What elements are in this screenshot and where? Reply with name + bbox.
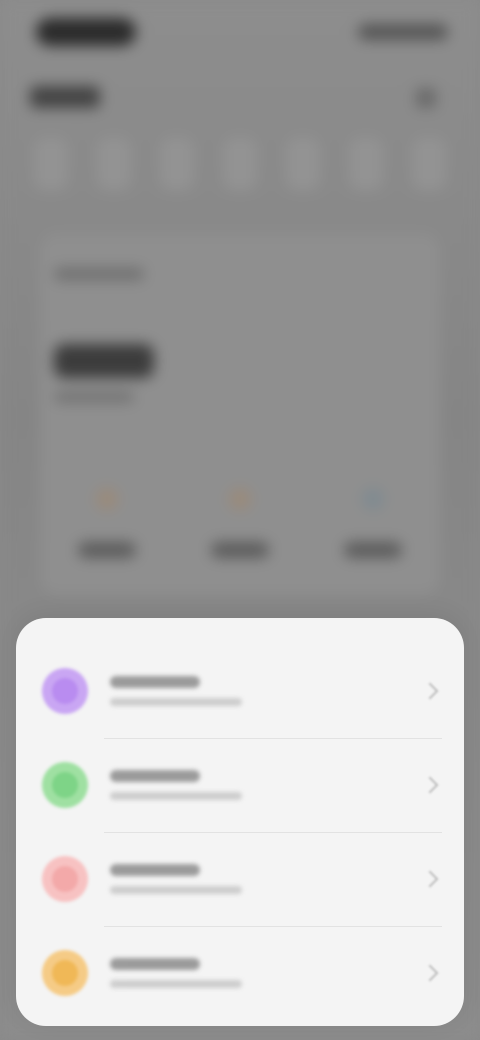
stats-row bbox=[40, 484, 440, 574]
option-subtitle bbox=[110, 792, 242, 800]
day-cell bbox=[223, 138, 257, 190]
option-title bbox=[110, 770, 200, 782]
sheet-option-list bbox=[16, 644, 464, 1020]
purple-circle-icon bbox=[42, 668, 88, 714]
status-bar bbox=[24, 14, 456, 46]
day-cell bbox=[97, 138, 131, 190]
option-subtitle bbox=[110, 698, 242, 706]
bottom-sheet bbox=[16, 618, 464, 1026]
stat-icon bbox=[228, 488, 251, 510]
page-title bbox=[30, 86, 100, 108]
chevron-right-icon bbox=[421, 682, 439, 700]
option-glyph bbox=[52, 772, 78, 798]
summary-value bbox=[54, 344, 154, 378]
summary-card bbox=[40, 234, 440, 594]
option-text bbox=[110, 958, 424, 988]
option-glyph bbox=[52, 866, 78, 892]
week-strip bbox=[34, 138, 446, 194]
option-title bbox=[110, 958, 200, 970]
day-cell bbox=[286, 138, 320, 190]
option-subtitle bbox=[110, 980, 242, 988]
option-subtitle bbox=[110, 886, 242, 894]
stat-item bbox=[72, 484, 142, 574]
stat-label bbox=[77, 542, 136, 558]
chevron-right-icon bbox=[421, 870, 439, 888]
sheet-option-2[interactable] bbox=[16, 738, 464, 832]
option-text bbox=[110, 676, 424, 706]
green-circle-icon bbox=[42, 762, 88, 808]
day-cell bbox=[160, 138, 194, 190]
status-time bbox=[36, 18, 136, 46]
sheet-option-3[interactable] bbox=[16, 832, 464, 926]
stat-icon bbox=[362, 488, 385, 510]
option-title bbox=[110, 864, 200, 876]
day-cell bbox=[349, 138, 383, 190]
summary-subtitle bbox=[54, 392, 134, 402]
option-text bbox=[110, 864, 424, 894]
summary-label bbox=[54, 268, 144, 280]
stat-label bbox=[344, 542, 403, 558]
chevron-right-icon bbox=[421, 964, 439, 982]
page-header bbox=[30, 82, 450, 112]
option-glyph bbox=[52, 678, 78, 704]
day-cell bbox=[34, 138, 68, 190]
day-cell bbox=[412, 138, 446, 190]
option-title bbox=[110, 676, 200, 688]
stat-item bbox=[338, 484, 408, 574]
header-action-icon bbox=[416, 88, 436, 108]
option-glyph bbox=[52, 960, 78, 986]
sheet-option-4[interactable] bbox=[16, 926, 464, 1020]
pink-circle-icon bbox=[42, 856, 88, 902]
stat-label bbox=[210, 542, 269, 558]
stat-item bbox=[205, 484, 275, 574]
orange-circle-icon bbox=[42, 950, 88, 996]
stat-icon bbox=[95, 488, 118, 510]
option-text bbox=[110, 770, 424, 800]
chevron-right-icon bbox=[421, 776, 439, 794]
status-icons bbox=[358, 24, 448, 40]
sheet-option-1[interactable] bbox=[16, 644, 464, 738]
